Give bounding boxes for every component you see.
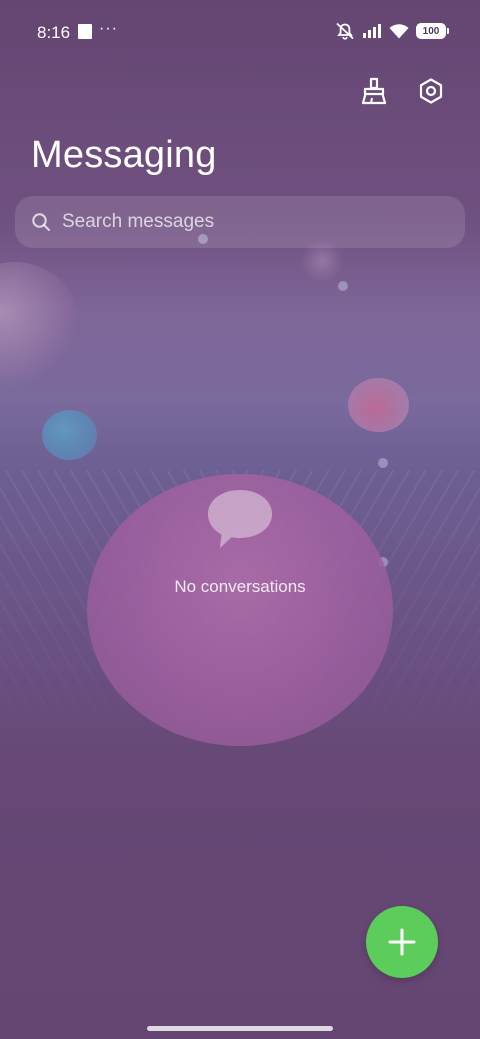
background-dot xyxy=(378,458,388,468)
home-indicator[interactable] xyxy=(147,1026,333,1031)
search-bar[interactable]: Search messages xyxy=(15,196,465,248)
cellular-signal-icon xyxy=(363,24,381,38)
wifi-icon xyxy=(389,24,409,39)
plus-icon xyxy=(388,928,416,956)
status-icons: 100 xyxy=(335,22,449,40)
settings-button[interactable] xyxy=(409,69,453,113)
background-orb-blue xyxy=(42,410,97,460)
search-input[interactable]: Search messages xyxy=(62,211,214,233)
new-message-button[interactable] xyxy=(366,906,438,978)
background-dot xyxy=(338,281,348,291)
more-notifications-indicator: ··· xyxy=(99,20,118,37)
screenshot-notification-icon xyxy=(78,24,92,39)
status-time: 8:16 xyxy=(37,23,71,42)
background-orb-pink xyxy=(348,378,409,432)
search-icon xyxy=(32,213,50,231)
chat-bubble-icon xyxy=(208,490,272,548)
battery-level: 100 xyxy=(422,25,440,37)
status-bar: 8:16 ··· 100 xyxy=(0,0,480,62)
empty-state-text: No conversations xyxy=(174,577,306,596)
mute-vibrate-icon xyxy=(336,22,354,40)
battery-icon: 100 xyxy=(416,23,449,39)
settings-icon xyxy=(419,78,443,104)
clean-button[interactable] xyxy=(352,69,396,113)
background-orb xyxy=(0,262,80,386)
page-title: Messaging xyxy=(31,134,217,176)
clean-icon xyxy=(361,77,387,105)
